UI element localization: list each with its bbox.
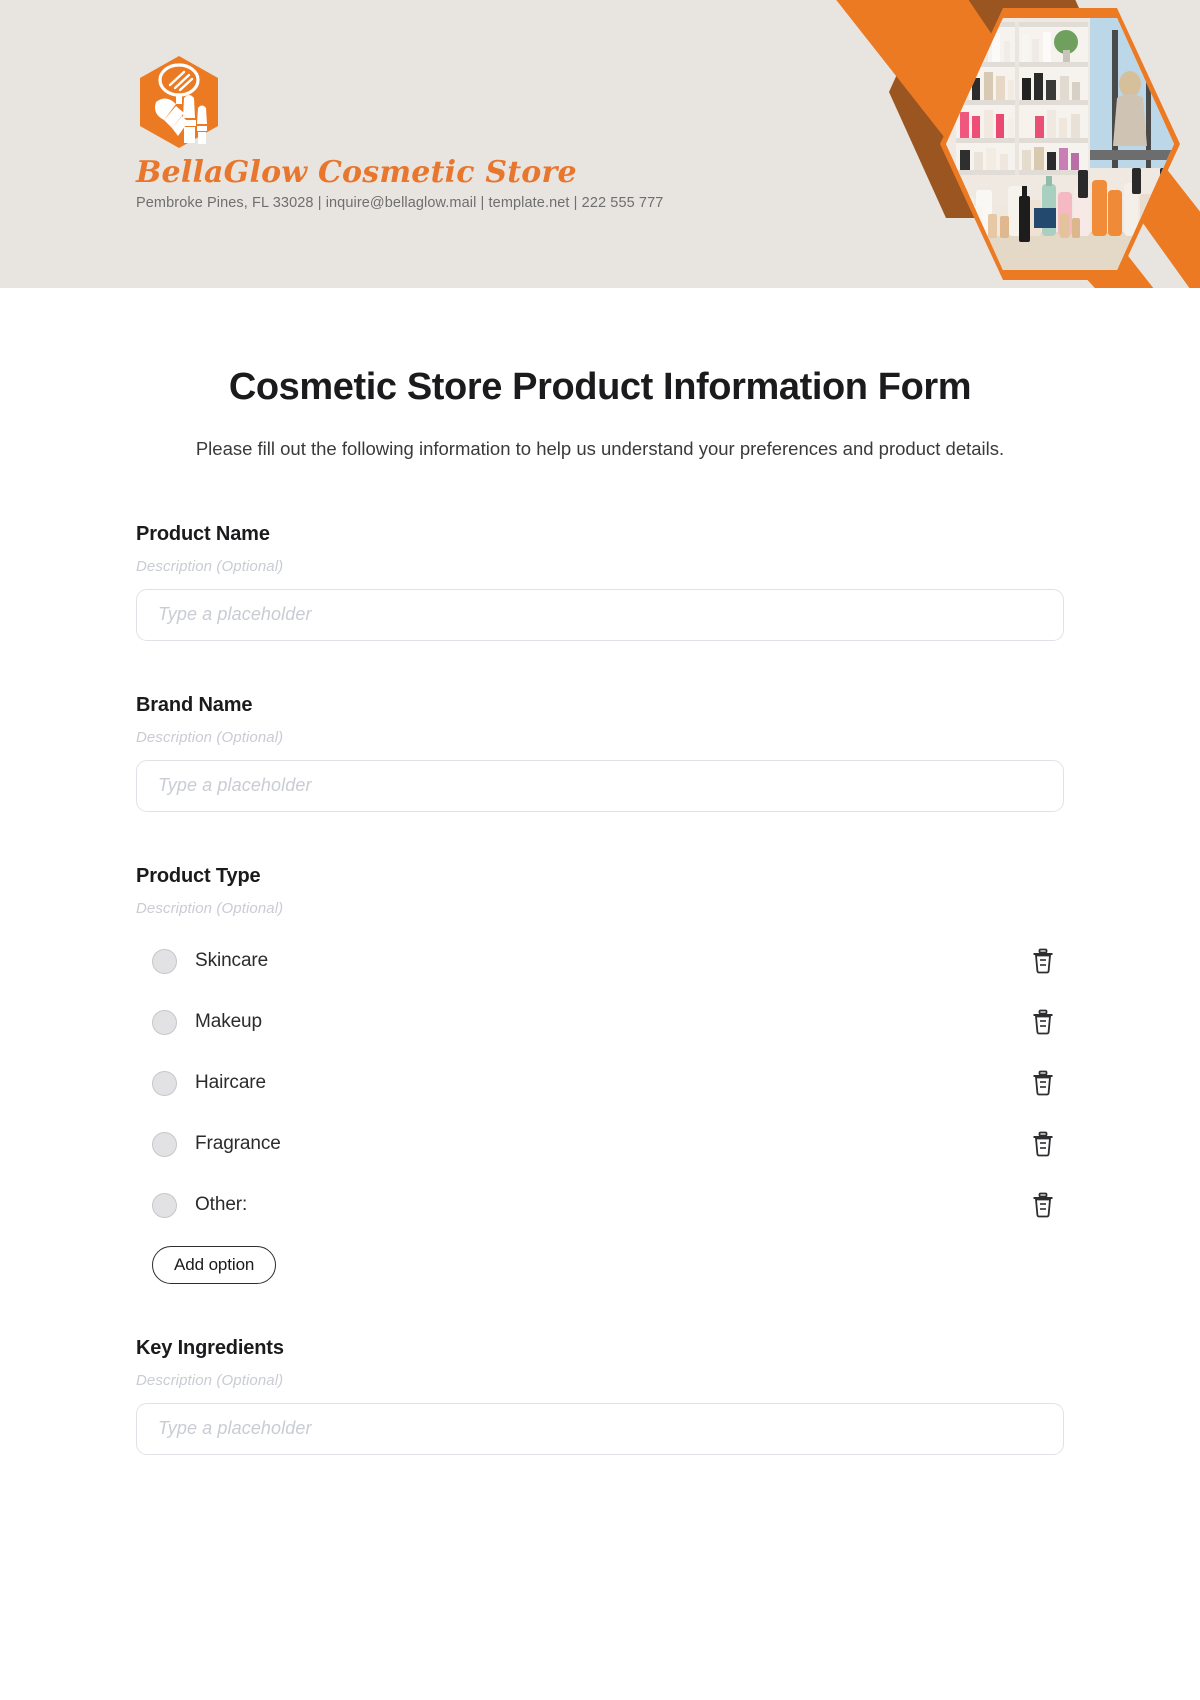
option-row[interactable]: Makeup — [136, 992, 1064, 1053]
cosmetic-brushes-hexagon-logo-icon — [136, 54, 222, 150]
field-label: Brand Name — [136, 693, 253, 716]
page-title: Cosmetic Store Product Information Form — [228, 366, 972, 408]
delete-option-trash-icon[interactable] — [1030, 1130, 1056, 1158]
field-description: Description (Optional) — [136, 557, 284, 575]
radio-button-icon[interactable] — [152, 1009, 177, 1035]
field-label: Product Name — [136, 522, 270, 545]
header-hexagon-artwork — [760, 0, 1200, 288]
brand-name: BellaGlow Cosmetic Store — [136, 155, 577, 190]
product-name-input[interactable]: Type a placeholder — [136, 588, 1064, 641]
field-label: Product Type — [136, 864, 261, 887]
option-label: Skincare — [195, 950, 269, 972]
option-label: Fragrance — [195, 1133, 281, 1155]
form-sheet: Cosmetic Store Product Information Form … — [0, 365, 1200, 1455]
product-type-option-list: Skincare Makeup Haircare Fragrance Other… — [136, 931, 1064, 1236]
page-subtitle: Please fill out the following informatio… — [195, 437, 1005, 459]
field-description: Description (Optional) — [136, 728, 284, 746]
input-placeholder: Type a placeholder — [158, 775, 312, 796]
option-row[interactable]: Haircare — [136, 1053, 1064, 1114]
key-ingredients-input[interactable]: Type a placeholder — [136, 1402, 1064, 1455]
field-key-ingredients: Key Ingredients Description (Optional) T… — [136, 1337, 1064, 1455]
field-description: Description (Optional) — [136, 899, 284, 917]
option-row[interactable]: Other: — [136, 1175, 1064, 1236]
field-brand-name: Brand Name Description (Optional) Type a… — [136, 694, 1064, 812]
delete-option-trash-icon[interactable] — [1030, 1069, 1056, 1097]
delete-option-trash-icon[interactable] — [1030, 1008, 1056, 1036]
input-placeholder: Type a placeholder — [158, 1418, 312, 1439]
field-product-name: Product Name Description (Optional) Type… — [136, 523, 1064, 641]
brand-name-input[interactable]: Type a placeholder — [136, 759, 1064, 812]
option-label: Haircare — [195, 1072, 266, 1094]
field-product-type: Product Type Description (Optional) Skin… — [136, 865, 1064, 1284]
delete-option-trash-icon[interactable] — [1030, 947, 1056, 975]
field-description: Description (Optional) — [136, 1371, 284, 1389]
brand-block: BellaGlow Cosmetic Store Pembroke Pines,… — [136, 54, 776, 211]
option-label: Makeup — [195, 1011, 262, 1033]
page-header: BellaGlow Cosmetic Store Pembroke Pines,… — [0, 0, 1200, 288]
delete-option-trash-icon[interactable] — [1030, 1191, 1056, 1219]
input-placeholder: Type a placeholder — [158, 604, 312, 625]
add-option-button[interactable]: Add option — [152, 1245, 277, 1284]
option-row[interactable]: Fragrance — [136, 1114, 1064, 1175]
radio-button-icon[interactable] — [152, 948, 177, 974]
option-row[interactable]: Skincare — [136, 931, 1064, 992]
radio-button-icon[interactable] — [152, 1131, 177, 1157]
option-label: Other: — [195, 1194, 248, 1216]
brand-contact-line: Pembroke Pines, FL 33028 | inquire@bella… — [136, 195, 664, 211]
radio-button-icon[interactable] — [152, 1070, 177, 1096]
field-label: Key Ingredients — [136, 1336, 284, 1359]
radio-button-icon[interactable] — [152, 1192, 177, 1218]
